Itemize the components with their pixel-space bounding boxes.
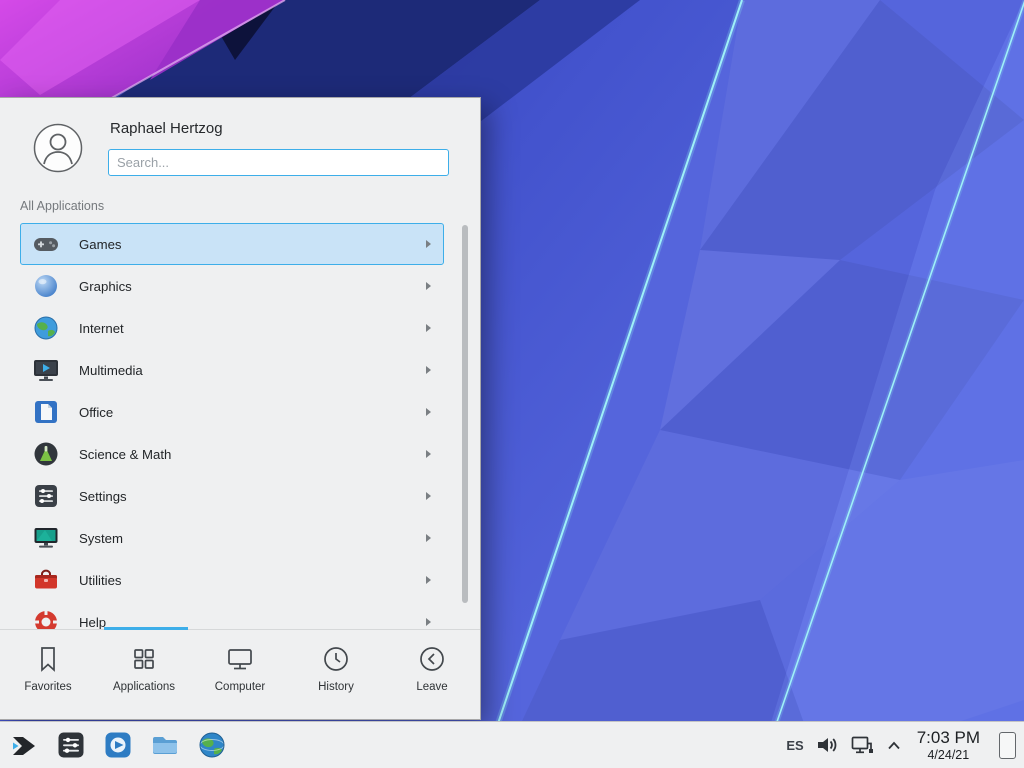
leave-circle-icon	[417, 644, 447, 674]
chevron-right-icon	[426, 534, 431, 542]
volume-icon	[817, 735, 838, 755]
tab-history[interactable]: History	[288, 630, 384, 719]
category-label: Games	[79, 237, 122, 252]
category-label: System	[79, 531, 123, 546]
category-office[interactable]: Office	[20, 391, 444, 433]
expand-caret-up-icon	[887, 741, 901, 750]
file-manager-button[interactable]	[149, 730, 180, 761]
settings-app-button[interactable]	[55, 730, 86, 761]
category-internet[interactable]: Internet	[20, 307, 444, 349]
category-graphics[interactable]: Graphics	[20, 265, 444, 307]
bookmark-icon	[33, 644, 63, 674]
tab-applications[interactable]: Applications	[96, 630, 192, 719]
settings-toggles-icon	[56, 730, 86, 760]
category-settings[interactable]: Settings	[20, 475, 444, 517]
list-scrollbar[interactable]	[462, 225, 468, 603]
tab-label: Favorites	[24, 681, 71, 693]
category-utilities[interactable]: Utilities	[20, 559, 444, 601]
gamepad-icon	[33, 231, 59, 257]
category-games[interactable]: Games	[20, 223, 444, 265]
category-label: Internet	[79, 321, 124, 336]
user-name: Raphael Hertzog	[110, 120, 223, 137]
category-label: Settings	[79, 489, 127, 504]
chevron-right-icon	[426, 492, 431, 500]
network-monitor-icon	[851, 735, 874, 755]
tab-favorites[interactable]: Favorites	[0, 630, 96, 719]
help-lifebuoy-icon	[33, 609, 59, 629]
digital-clock[interactable]: 7:03 PM 4/24/21	[917, 728, 980, 761]
section-label: All Applications	[20, 199, 104, 213]
chevron-right-icon	[426, 576, 431, 584]
application-launcher-menu: Raphael Hertzog All Applications Games	[0, 97, 481, 720]
clock-time: 7:03 PM	[917, 728, 980, 747]
category-list: Games Graphics	[0, 223, 480, 629]
user-avatar-icon[interactable]	[33, 123, 83, 173]
tab-label: History	[318, 681, 354, 693]
chevron-right-icon	[426, 324, 431, 332]
tray-expander-button[interactable]	[887, 741, 901, 750]
category-label: Office	[79, 405, 113, 420]
science-flask-icon	[33, 441, 59, 467]
kde-app-menu-icon	[9, 730, 39, 760]
app-menu-launcher-button[interactable]	[8, 730, 39, 761]
category-label: Help	[79, 615, 106, 630]
tab-computer[interactable]: Computer	[192, 630, 288, 719]
category-label: Graphics	[79, 279, 132, 294]
taskbar-panel: ES 7:03 PM 4/24/21	[0, 721, 1024, 768]
web-browser-button[interactable]	[196, 730, 227, 761]
software-center-icon	[103, 730, 133, 760]
clock-icon	[321, 644, 351, 674]
settings-toggles-icon	[33, 483, 59, 509]
category-label: Utilities	[79, 573, 122, 588]
category-multimedia[interactable]: Multimedia	[20, 349, 444, 391]
chevron-right-icon	[426, 240, 431, 248]
chevron-right-icon	[426, 366, 431, 374]
network-button[interactable]	[851, 735, 874, 755]
keyboard-layout-indicator[interactable]: ES	[786, 738, 803, 753]
show-desktop-button[interactable]	[999, 732, 1016, 759]
launcher-header: Raphael Hertzog	[0, 98, 480, 186]
chevron-right-icon	[426, 282, 431, 290]
utilities-toolbox-icon	[33, 567, 59, 593]
category-system[interactable]: System	[20, 517, 444, 559]
multimedia-monitor-icon	[33, 357, 59, 383]
category-label: Science & Math	[79, 447, 171, 462]
globe-icon	[33, 315, 59, 341]
tab-label: Computer	[215, 681, 266, 693]
category-help[interactable]: Help	[20, 601, 444, 629]
category-label: Multimedia	[79, 363, 143, 378]
tab-label: Leave	[416, 681, 447, 693]
software-center-button[interactable]	[102, 730, 133, 761]
system-monitor-icon	[33, 525, 59, 551]
chevron-right-icon	[426, 450, 431, 458]
volume-button[interactable]	[817, 735, 838, 755]
chevron-right-icon	[426, 618, 431, 626]
tab-label: Applications	[113, 681, 175, 693]
graphics-sphere-icon	[33, 273, 59, 299]
app-grid-icon	[129, 644, 159, 674]
web-browser-globe-icon	[197, 730, 227, 760]
tab-leave[interactable]: Leave	[384, 630, 480, 719]
chevron-right-icon	[426, 408, 431, 416]
active-tab-indicator	[104, 627, 188, 630]
search-input[interactable]	[108, 149, 449, 176]
monitor-icon	[225, 644, 255, 674]
system-tray: ES 7:03 PM 4/24/21	[786, 728, 1016, 761]
category-science-math[interactable]: Science & Math	[20, 433, 444, 475]
office-document-icon	[33, 399, 59, 425]
file-manager-folder-icon	[150, 730, 180, 760]
launcher-footer-tabs: Favorites Applications Computer	[0, 629, 480, 719]
clock-date: 4/24/21	[917, 748, 980, 762]
